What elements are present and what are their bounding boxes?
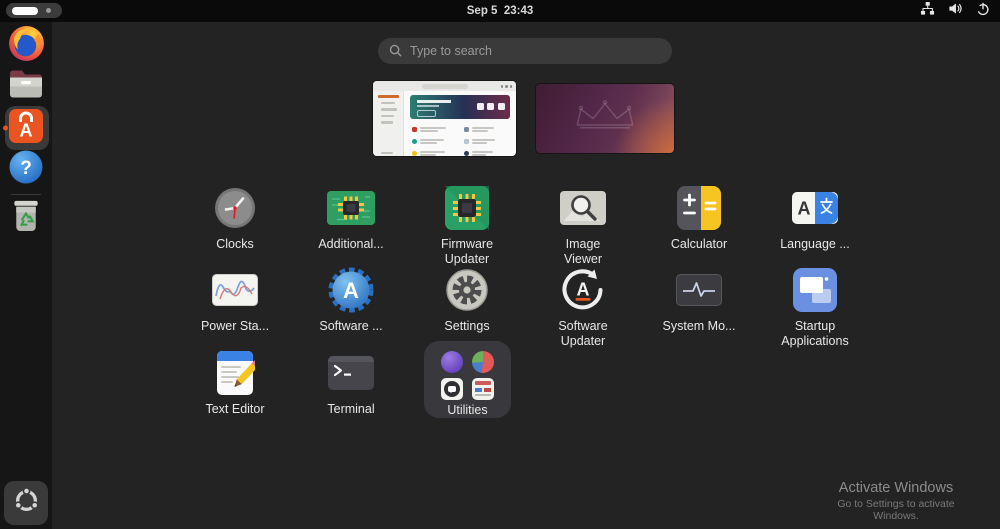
wallpaper-crown-emblem xyxy=(568,98,642,137)
app-label: Settings xyxy=(444,319,490,333)
app-tile-clocks[interactable]: Clocks xyxy=(177,186,293,267)
app-tile-text-editor[interactable]: Text Editor xyxy=(177,350,293,417)
additional-drivers-icon xyxy=(327,190,375,230)
dock-divider xyxy=(11,194,41,195)
watermark-line-1: Activate Windows xyxy=(838,480,954,496)
app-tile-power-statistics[interactable]: Power Sta... xyxy=(177,268,293,349)
watermark-line-2: Go to Settings to activate Windows. xyxy=(837,498,955,522)
pie-chart-icon xyxy=(472,351,494,373)
app-folder-utilities[interactable]: Utilities xyxy=(424,341,511,418)
dock-item-ubuntu-software[interactable]: A xyxy=(2,106,50,150)
mini-window-sidebar xyxy=(373,91,404,156)
app-tile-software-updater[interactable]: A Software Updater xyxy=(525,268,641,349)
folder-label: Utilities xyxy=(447,403,488,417)
app-grid-row-1: Clocks Additional... Firmware Updater Im… xyxy=(177,185,873,267)
workspace-indicator[interactable] xyxy=(6,3,62,18)
dock-item-files[interactable] xyxy=(2,67,50,107)
software-properties-icon: A xyxy=(328,267,374,318)
terminal-icon xyxy=(328,355,374,395)
app-tile-terminal[interactable]: Terminal xyxy=(293,351,409,417)
clocks-icon xyxy=(213,186,257,235)
svg-text:A: A xyxy=(798,198,811,218)
system-status-area[interactable] xyxy=(920,0,990,22)
app-tile-software-properties[interactable]: A Software ... xyxy=(293,267,409,349)
dock-item-firefox[interactable] xyxy=(2,26,50,66)
app-label: Text Editor xyxy=(205,402,265,416)
app-tile-image-viewer[interactable]: Image Viewer xyxy=(525,186,641,267)
mini-window-banner xyxy=(410,95,510,119)
svg-text:A: A xyxy=(20,120,33,140)
app-label: Terminal xyxy=(327,402,375,416)
app-tile-additional-drivers[interactable]: Additional... xyxy=(293,186,409,267)
volume-icon[interactable] xyxy=(948,1,963,21)
calculator-icon xyxy=(677,185,721,235)
search-input[interactable] xyxy=(378,38,672,64)
active-workspace-pill xyxy=(12,6,38,15)
app-tile-startup-applications[interactable]: Startup Applications xyxy=(757,267,873,349)
trash-icon xyxy=(10,198,42,238)
app-label: Firmware Updater xyxy=(440,237,494,266)
show-applications-icon xyxy=(13,487,40,519)
app-tile-firmware-updater[interactable]: Firmware Updater xyxy=(409,185,525,267)
files-folder-icon xyxy=(8,69,44,105)
clock[interactable]: Sep 5 23:43 xyxy=(467,0,533,22)
mini-window-titlebar xyxy=(373,81,516,91)
app-label: Startup Applications xyxy=(781,319,849,348)
inactive-workspace-dot xyxy=(46,8,51,13)
search-icon xyxy=(389,44,402,62)
network-icon[interactable] xyxy=(920,1,935,21)
app-tile-system-monitor[interactable]: System Mo... xyxy=(641,268,757,349)
utilities-folder-preview xyxy=(441,351,494,400)
top-bar: Sep 5 23:43 xyxy=(0,0,1000,22)
language-support-icon: A xyxy=(792,191,838,229)
chat-bubble-icon xyxy=(441,378,463,400)
settings-icon xyxy=(445,268,489,317)
app-label: Power Sta... xyxy=(200,319,270,333)
app-tile-language-support[interactable]: A Language ... xyxy=(757,186,873,267)
workspace-thumbnail-app-center-window[interactable] xyxy=(373,81,516,156)
mini-window-app-list xyxy=(404,123,516,156)
svg-text:A: A xyxy=(343,278,359,303)
app-label: Language ... xyxy=(780,237,850,251)
app-label: Clocks xyxy=(216,237,254,251)
gnome-activities-overview: Sep 5 23:43 A ? Type to search Clocks Ad… xyxy=(0,0,1000,529)
svg-text:?: ? xyxy=(20,158,32,179)
svg-text:A: A xyxy=(577,279,590,299)
app-grid-row-3: Text Editor Terminal xyxy=(177,350,409,417)
app-label: Image Viewer xyxy=(564,237,602,266)
workspace-thumbnail-desktop-wallpaper[interactable] xyxy=(536,84,674,153)
power-statistics-icon xyxy=(212,273,258,311)
dock: A ? xyxy=(0,22,52,529)
ubuntu-software-icon: A xyxy=(9,108,43,148)
firmware-updater-icon xyxy=(445,185,489,235)
app-tile-settings[interactable]: Settings xyxy=(409,268,525,349)
activate-windows-watermark: Activate Windows Go to Settings to activ… xyxy=(820,480,972,522)
text-editor-icon xyxy=(215,350,260,400)
app-label: System Mo... xyxy=(662,319,736,333)
app-grid-row-2: Power Sta... A Software ... Settings A S… xyxy=(177,267,873,349)
search-bar xyxy=(378,38,672,64)
app-tile-calculator[interactable]: Calculator xyxy=(641,185,757,267)
dock-item-trash[interactable] xyxy=(2,198,50,238)
running-indicator-dot xyxy=(3,125,8,131)
app-label: Additional... xyxy=(318,237,384,251)
app-label: Software ... xyxy=(319,319,383,333)
app-label: Software Updater xyxy=(558,319,608,348)
purple-sphere-icon xyxy=(441,351,463,373)
power-icon[interactable] xyxy=(976,2,990,21)
startup-applications-icon xyxy=(793,267,837,317)
software-updater-icon: A xyxy=(560,267,606,318)
help-icon: ? xyxy=(8,149,44,190)
show-applications-button[interactable] xyxy=(4,481,48,525)
dock-item-help[interactable]: ? xyxy=(2,149,50,189)
document-icon xyxy=(472,378,494,400)
firefox-icon xyxy=(8,25,45,67)
image-viewer-icon xyxy=(560,190,606,230)
system-monitor-icon xyxy=(676,273,722,311)
app-label: Calculator xyxy=(670,237,728,251)
